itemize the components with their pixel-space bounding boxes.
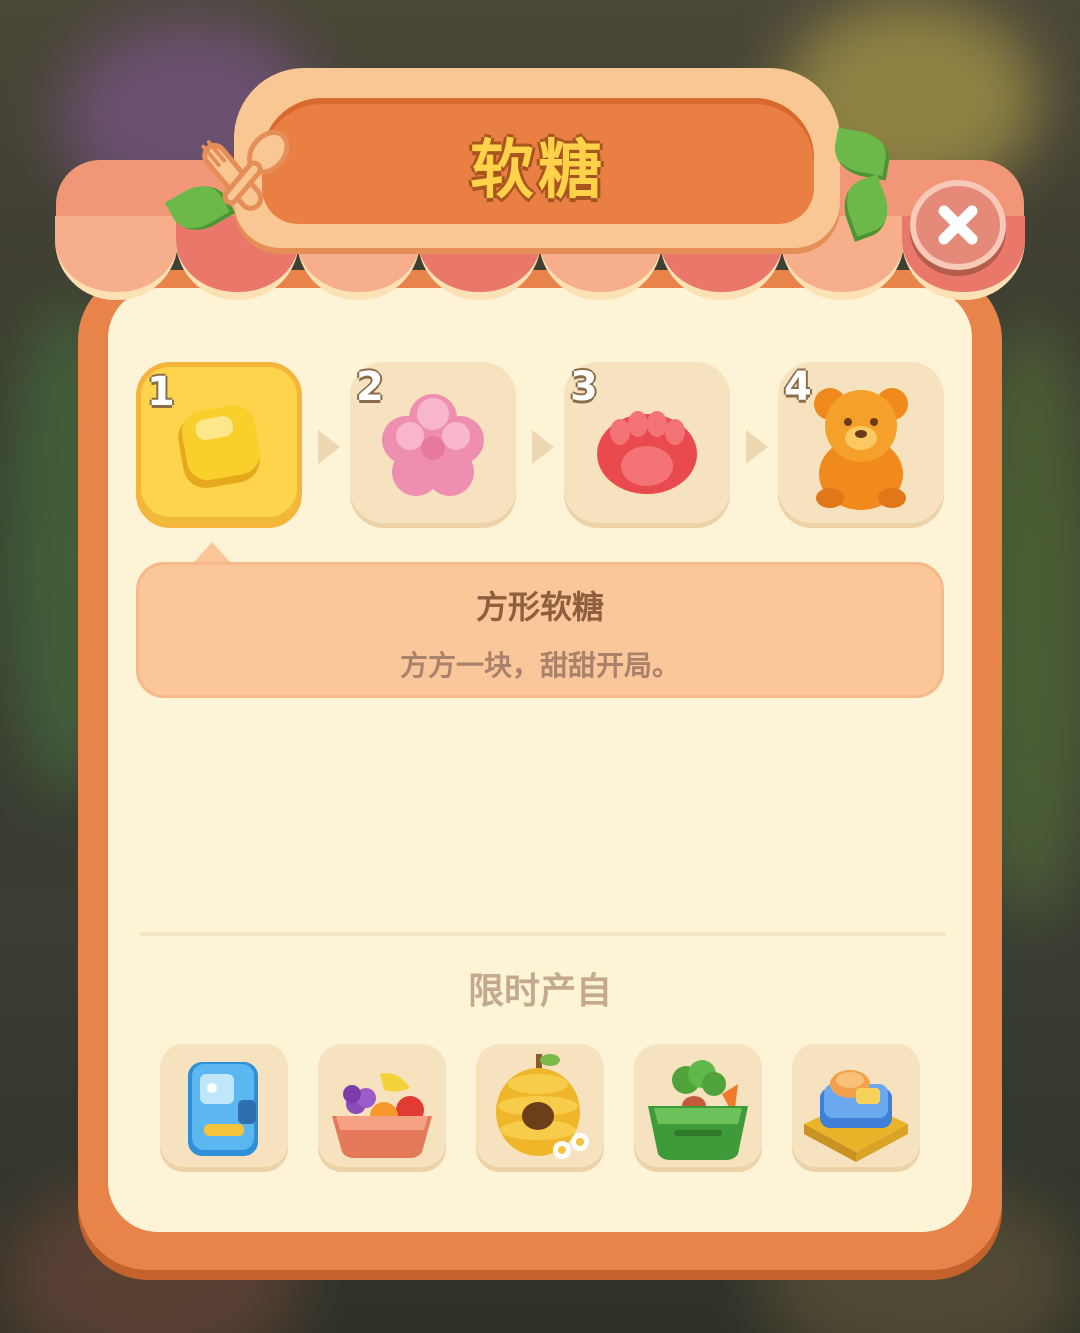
close-button[interactable] (910, 180, 1006, 270)
source-item-vegetable-crate[interactable] (634, 1044, 762, 1172)
fruit-basket-icon (332, 1073, 432, 1158)
chain-arrow-icon (746, 430, 768, 464)
source-item-fruit-basket[interactable] (318, 1044, 446, 1172)
source-item-bread-tray[interactable] (792, 1044, 920, 1172)
source-section-label: 限时产自 (467, 971, 612, 1012)
close-icon (938, 205, 978, 245)
fork-spoon-icon (196, 112, 300, 216)
item-name: 方形软糖 (475, 588, 604, 626)
source-item-vending-machine[interactable] (160, 1044, 288, 1172)
blue-vending-machine-icon (188, 1062, 258, 1156)
chain-item-3[interactable]: 3 (564, 362, 730, 528)
dialog-title: 软糖 (470, 134, 606, 208)
item-description: 方方一块，甜甜开局。 (399, 649, 680, 682)
gummy-bear-icon (814, 388, 908, 510)
source-item-beehive[interactable] (476, 1044, 604, 1172)
chain-item-1[interactable]: 1 (136, 362, 302, 528)
vegetable-crate-icon (648, 1060, 748, 1160)
bread-tray-icon (804, 1070, 908, 1162)
description-pointer (192, 542, 232, 564)
square-gummy-icon (178, 405, 260, 488)
divider (140, 932, 946, 936)
paw-gummy-icon (597, 411, 697, 494)
chain-item-2[interactable]: 2 (350, 362, 516, 528)
flower-gummy-icon (382, 394, 484, 496)
chain-item-4[interactable]: 4 (778, 362, 944, 528)
beehive-icon (496, 1054, 589, 1159)
chain-arrow-icon (318, 430, 340, 464)
awning-scallop (55, 216, 178, 300)
chain-arrow-icon (532, 430, 554, 464)
